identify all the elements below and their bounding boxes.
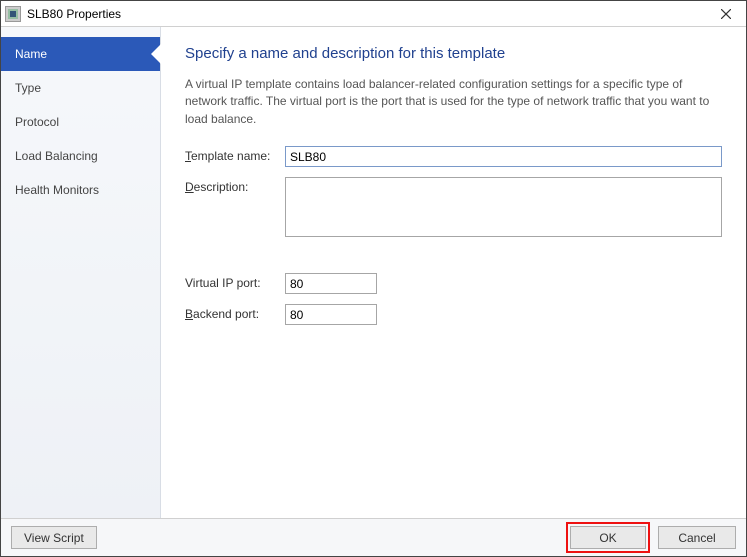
page-heading: Specify a name and description for this … <box>185 45 722 62</box>
description-label: Description: <box>185 177 285 194</box>
virtual-ip-port-input[interactable] <box>285 273 377 294</box>
dialog-window: SLB80 Properties Name Type Protocol Load… <box>0 0 747 557</box>
sidebar: Name Type Protocol Load Balancing Health… <box>1 27 161 518</box>
row-virtual-ip-port: Virtual IP port: <box>185 273 722 294</box>
sidebar-item-health-monitors[interactable]: Health Monitors <box>1 173 160 207</box>
ok-highlight: OK <box>566 522 650 553</box>
backend-port-label: Backend port: <box>185 304 285 321</box>
titlebar: SLB80 Properties <box>1 1 746 27</box>
window-title: SLB80 Properties <box>27 7 706 21</box>
dialog-body: Name Type Protocol Load Balancing Health… <box>1 27 746 518</box>
sidebar-item-load-balancing[interactable]: Load Balancing <box>1 139 160 173</box>
backend-port-input[interactable] <box>285 304 377 325</box>
description-input[interactable] <box>285 177 722 237</box>
cancel-button[interactable]: Cancel <box>658 526 736 549</box>
row-description: Description: <box>185 177 722 237</box>
template-name-label: Template name: <box>185 146 285 163</box>
footer: View Script OK Cancel <box>1 518 746 556</box>
view-script-button[interactable]: View Script <box>11 526 97 549</box>
sidebar-item-name[interactable]: Name <box>1 37 160 71</box>
virtual-ip-port-label: Virtual IP port: <box>185 273 285 290</box>
close-icon <box>721 9 731 19</box>
app-icon <box>5 6 21 22</box>
ok-button[interactable]: OK <box>570 526 646 549</box>
row-template-name: Template name: <box>185 146 722 167</box>
sidebar-item-type[interactable]: Type <box>1 71 160 105</box>
content-pane: Specify a name and description for this … <box>161 27 746 518</box>
page-description: A virtual IP template contains load bala… <box>185 76 722 128</box>
row-backend-port: Backend port: <box>185 304 722 325</box>
template-name-input[interactable] <box>285 146 722 167</box>
close-button[interactable] <box>706 1 746 26</box>
sidebar-item-protocol[interactable]: Protocol <box>1 105 160 139</box>
